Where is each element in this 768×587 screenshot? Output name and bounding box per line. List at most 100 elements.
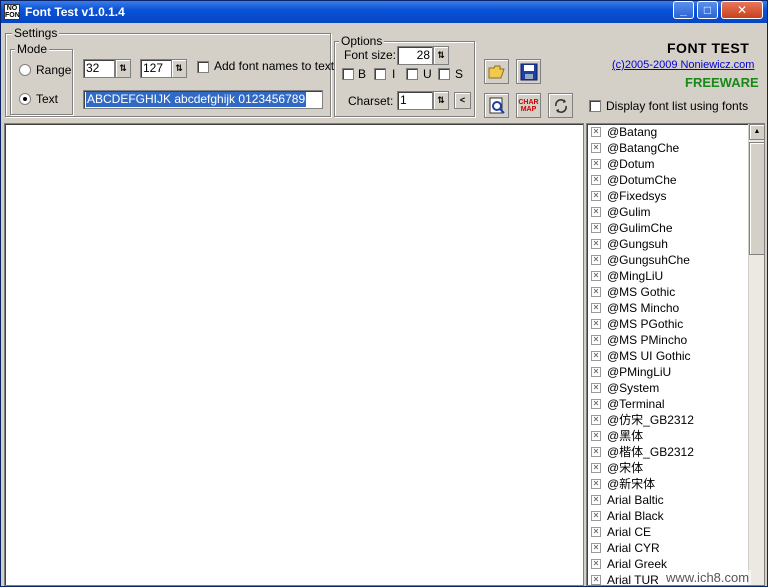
font-checkbox-icon[interactable]: ✕ [591, 287, 601, 297]
font-list-item[interactable]: ✕ @PMingLiU [587, 364, 764, 380]
mode-text-radio[interactable] [19, 93, 31, 105]
font-checkbox-icon[interactable]: ✕ [591, 527, 601, 537]
font-list-item[interactable]: ✕ Arial Baltic [587, 492, 764, 508]
display-font-list-checkbox[interactable] [589, 100, 601, 112]
font-list-item[interactable]: ✕ @MS Gothic [587, 284, 764, 300]
charmap-button[interactable]: CHAR MAP [516, 93, 541, 118]
font-list-item[interactable]: ✕ @GungsuhChe [587, 252, 764, 268]
font-checkbox-icon[interactable]: ✕ [591, 447, 601, 457]
scroll-thumb[interactable] [749, 142, 764, 255]
bold-label[interactable]: B [358, 67, 366, 81]
font-checkbox-icon[interactable]: ✕ [591, 399, 601, 409]
maximize-button[interactable]: □ [697, 1, 718, 19]
refresh-button[interactable] [548, 93, 573, 118]
underline-label[interactable]: U [423, 67, 432, 81]
font-list-item[interactable]: ✕ @新宋体 [587, 476, 764, 492]
font-list[interactable]: ✕ @Batang ✕ @BatangChe ✕ @Dotum ✕ @DotumChe ✕ @Fi… [586, 123, 765, 586]
font-checkbox-icon[interactable]: ✕ [591, 431, 601, 441]
brand-link[interactable]: (c)2005-2009 Noniewicz.com [612, 59, 754, 71]
sample-text-input[interactable]: ABCDEFGHIJK abcdefghijk 0123456789 [83, 90, 323, 109]
font-checkbox-icon[interactable]: ✕ [591, 303, 601, 313]
scroll-up-icon[interactable]: ▲ [749, 124, 764, 140]
font-list-item[interactable]: ✕ Arial CE [587, 524, 764, 540]
font-checkbox-icon[interactable]: ✕ [591, 223, 601, 233]
font-checkbox-icon[interactable]: ✕ [591, 479, 601, 489]
font-list-item[interactable]: ✕ @仿宋_GB2312 [587, 412, 764, 428]
font-list-item[interactable]: ✕ @Fixedsys [587, 188, 764, 204]
font-list-item[interactable]: ✕ @黑体 [587, 428, 764, 444]
font-list-item[interactable]: ✕ @MS PMincho [587, 332, 764, 348]
font-size-spinner[interactable]: ⇅ [433, 46, 449, 65]
font-checkbox-icon[interactable]: ✕ [591, 191, 601, 201]
font-checkbox-icon[interactable]: ✕ [591, 255, 601, 265]
font-list-item[interactable]: ✕ @System [587, 380, 764, 396]
charset-reset-button[interactable]: < [454, 92, 471, 109]
minimize-button[interactable]: _ [673, 1, 694, 19]
display-font-list-label[interactable]: Display font list using fonts [606, 99, 748, 113]
font-list-item[interactable]: ✕ @Dotum [587, 156, 764, 172]
font-list-item[interactable]: ✕ @Gulim [587, 204, 764, 220]
font-list-item[interactable]: ✕ @MingLiU [587, 268, 764, 284]
underline-checkbox[interactable] [406, 68, 418, 80]
font-checkbox-icon[interactable]: ✕ [591, 575, 601, 585]
mode-range-label[interactable]: Range [36, 63, 71, 77]
font-list-item[interactable]: ✕ Arial CYR [587, 540, 764, 556]
font-size-input[interactable]: 28 [397, 46, 433, 65]
font-list-item[interactable]: ✕ @宋体 [587, 460, 764, 476]
range-to-spinner[interactable]: ⇅ [171, 59, 187, 78]
italic-label[interactable]: I [392, 67, 395, 81]
save-button[interactable] [516, 59, 541, 84]
mode-range-radio[interactable] [19, 64, 31, 76]
font-checkbox-icon[interactable]: ✕ [591, 175, 601, 185]
font-list-item[interactable]: ✕ @MS PGothic [587, 316, 764, 332]
font-checkbox-icon[interactable]: ✕ [591, 319, 601, 329]
font-checkbox-icon[interactable]: ✕ [591, 335, 601, 345]
font-list-item[interactable]: ✕ @Terminal [587, 396, 764, 412]
font-list-item[interactable]: ✕ @Gungsuh [587, 236, 764, 252]
font-checkbox-icon[interactable]: ✕ [591, 543, 601, 553]
app-icon[interactable]: NO FONT [4, 4, 20, 20]
font-list-item[interactable]: ✕ @MS Mincho [587, 300, 764, 316]
range-from-input[interactable]: 32 [83, 59, 115, 78]
refresh-icon [554, 98, 567, 113]
close-button[interactable]: ✕ [721, 1, 763, 19]
font-checkbox-icon[interactable]: ✕ [591, 383, 601, 393]
font-checkbox-icon[interactable]: ✕ [591, 239, 601, 249]
open-button[interactable] [484, 59, 509, 84]
strike-label[interactable]: S [455, 67, 463, 81]
range-from-spinner[interactable]: ⇅ [115, 59, 131, 78]
font-list-scrollbar[interactable]: ▲ [748, 124, 764, 585]
strike-checkbox[interactable] [438, 68, 450, 80]
font-checkbox-icon[interactable]: ✕ [591, 127, 601, 137]
font-list-item[interactable]: ✕ @Batang [587, 124, 764, 140]
font-checkbox-icon[interactable]: ✕ [591, 143, 601, 153]
font-checkbox-icon[interactable]: ✕ [591, 495, 601, 505]
font-list-item[interactable]: ✕ @BatangChe [587, 140, 764, 156]
bold-checkbox[interactable] [342, 68, 354, 80]
font-checkbox-icon[interactable]: ✕ [591, 415, 601, 425]
font-checkbox-icon[interactable]: ✕ [591, 159, 601, 169]
add-font-names-checkbox[interactable] [197, 61, 209, 73]
font-preview-area[interactable] [4, 123, 584, 586]
font-list-item[interactable]: ✕ @楷体_GB2312 [587, 444, 764, 460]
font-checkbox-icon[interactable]: ✕ [591, 463, 601, 473]
font-list-item[interactable]: ✕ @MS UI Gothic [587, 348, 764, 364]
add-font-names-label[interactable]: Add font names to text [214, 59, 334, 73]
font-name: @BatangChe [607, 141, 680, 155]
font-checkbox-icon[interactable]: ✕ [591, 207, 601, 217]
font-list-item[interactable]: ✕ Arial Black [587, 508, 764, 524]
mode-text-label[interactable]: Text [36, 92, 58, 106]
italic-checkbox[interactable] [374, 68, 386, 80]
charset-spinner[interactable]: ⇅ [433, 91, 449, 110]
font-list-item[interactable]: ✕ @GulimChe [587, 220, 764, 236]
font-checkbox-icon[interactable]: ✕ [591, 511, 601, 521]
print-preview-button[interactable] [484, 93, 509, 118]
title-bar[interactable]: NO FONT Font Test v1.0.1.4 _ □ ✕ [1, 1, 767, 23]
font-checkbox-icon[interactable]: ✕ [591, 559, 601, 569]
font-checkbox-icon[interactable]: ✕ [591, 351, 601, 361]
font-checkbox-icon[interactable]: ✕ [591, 367, 601, 377]
font-checkbox-icon[interactable]: ✕ [591, 271, 601, 281]
font-list-item[interactable]: ✕ @DotumChe [587, 172, 764, 188]
range-to-input[interactable]: 127 [140, 59, 172, 78]
charset-input[interactable]: 1 [397, 91, 433, 110]
